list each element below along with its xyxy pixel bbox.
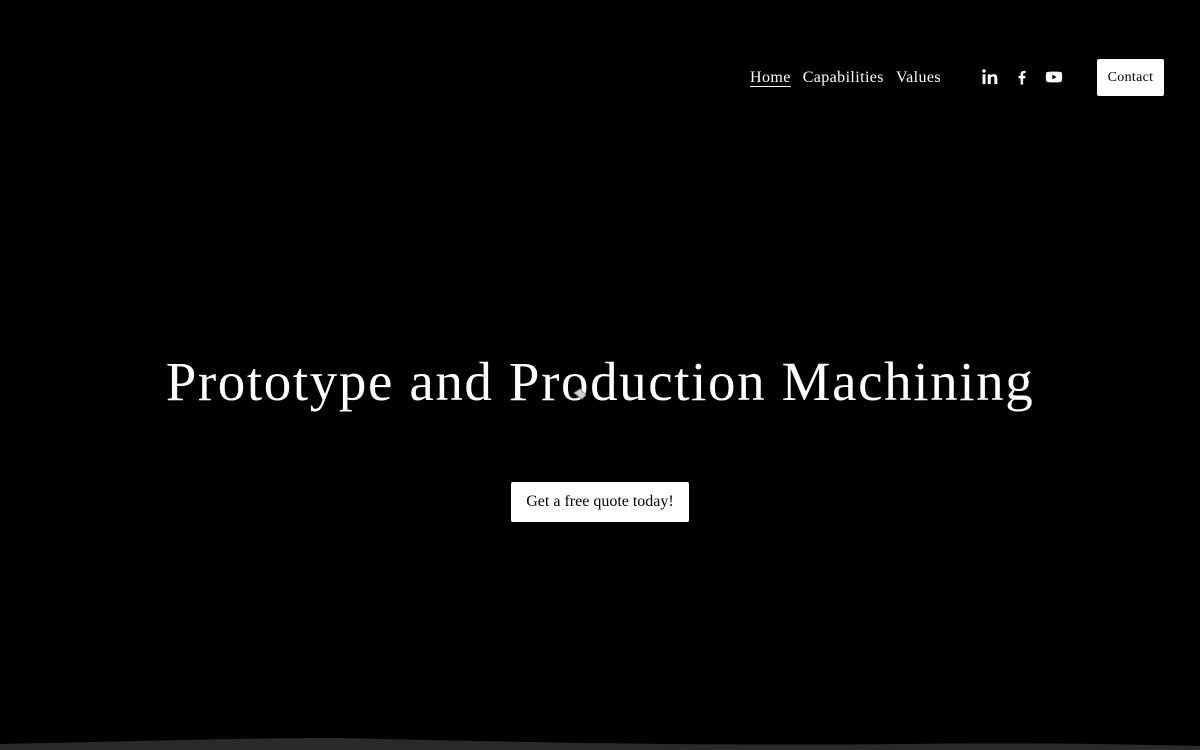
hero-title: Prototype and Production Machining [165, 351, 1035, 412]
hero-section: Prototype and Production Machining Get a… [0, 0, 1200, 750]
cursor-icon [573, 388, 587, 400]
free-quote-button[interactable]: Get a free quote today! [511, 482, 689, 522]
section-divider-wave [0, 737, 1200, 750]
